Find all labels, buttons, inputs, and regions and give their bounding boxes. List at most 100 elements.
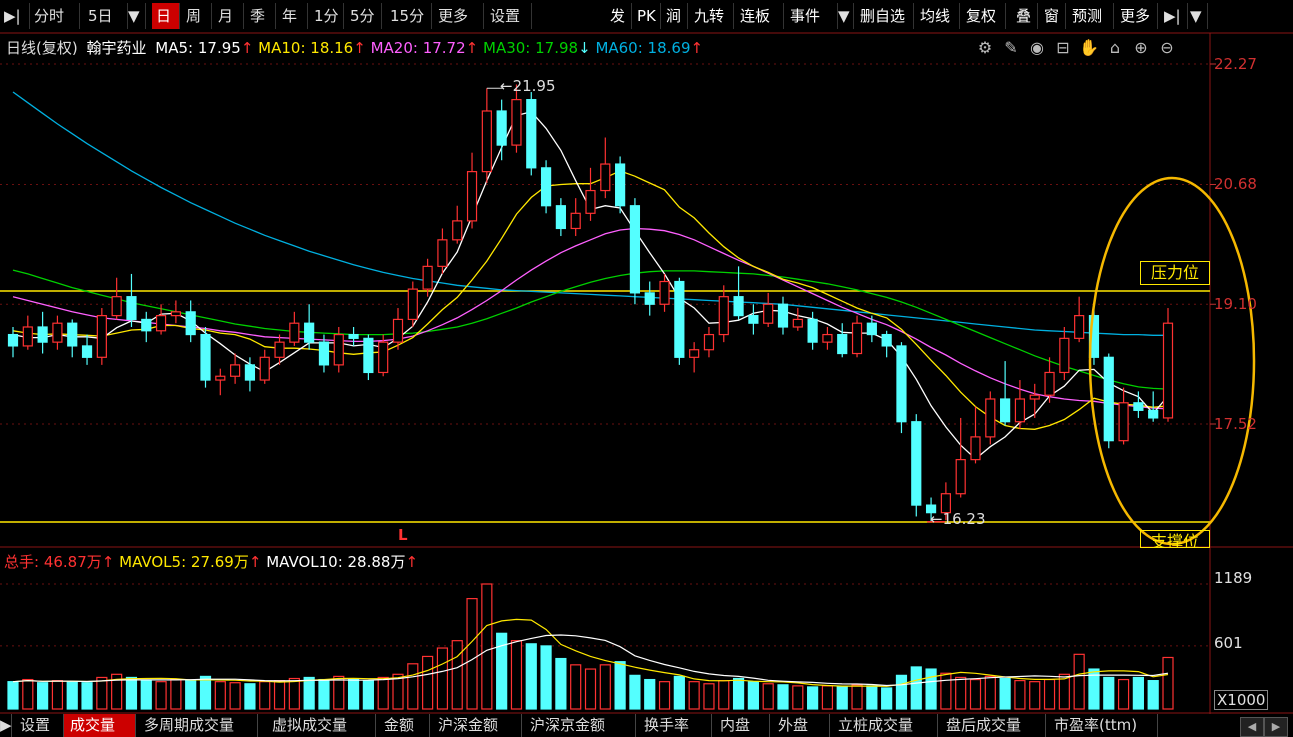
volume-bar bbox=[333, 675, 345, 710]
candle-body bbox=[496, 110, 507, 146]
candle-body bbox=[200, 333, 211, 381]
candle-body bbox=[141, 318, 152, 332]
volume-bar bbox=[673, 675, 685, 710]
volume-bar bbox=[1132, 676, 1144, 710]
volume-bar bbox=[347, 678, 360, 710]
price-axis-label: 17.52 bbox=[1214, 415, 1257, 433]
indicator-tab[interactable]: 换手率 bbox=[638, 714, 712, 737]
indicator-tabs: ▶ 设置 成交量 多周期成交量 虚拟成交量 金额 沪深金额 沪深京金额 换手率 内盘 外盘 立桩成交… bbox=[0, 714, 1293, 737]
candle-body bbox=[822, 333, 833, 343]
candle-body bbox=[851, 322, 863, 355]
candle-body bbox=[1000, 398, 1011, 423]
candle-body bbox=[304, 322, 315, 343]
candle-body bbox=[1118, 402, 1129, 442]
volume-bar bbox=[629, 674, 641, 710]
candle-body bbox=[22, 326, 33, 347]
candle-body bbox=[985, 398, 996, 438]
indicator-tab[interactable]: 虚拟成交量 bbox=[266, 714, 376, 737]
candle-body bbox=[407, 288, 418, 321]
kline-chart[interactable] bbox=[0, 0, 1293, 737]
volume-bar bbox=[570, 664, 582, 710]
candle-body bbox=[274, 341, 285, 358]
volume-bar bbox=[96, 676, 108, 710]
candle-body bbox=[318, 341, 330, 366]
volume-bar bbox=[584, 668, 597, 710]
marker-label: L bbox=[398, 526, 408, 544]
candle-body bbox=[437, 239, 448, 267]
volume-bar bbox=[969, 678, 982, 710]
volume-bar bbox=[466, 598, 478, 710]
pressure-level-label: 压力位 bbox=[1140, 261, 1210, 285]
indicator-tab[interactable]: 市盈率(ttm) bbox=[1048, 714, 1158, 737]
price-axis-label: 19.10 bbox=[1214, 295, 1257, 313]
volume-unit-label: X1000 bbox=[1214, 690, 1269, 710]
candle-body bbox=[689, 349, 700, 358]
candle-body bbox=[600, 163, 611, 192]
low-price-label: ←16.23 bbox=[930, 510, 986, 528]
volume-bar bbox=[436, 647, 449, 710]
volume-bar bbox=[66, 681, 78, 710]
candle-body bbox=[422, 265, 433, 290]
volume-bar bbox=[807, 686, 819, 710]
volume-bar bbox=[1043, 678, 1056, 710]
support-level-label: 支撑位 bbox=[1140, 530, 1210, 548]
volume-bar bbox=[185, 680, 197, 710]
candle-body bbox=[52, 322, 63, 343]
indicator-tab[interactable]: 外盘 bbox=[772, 714, 830, 737]
candle-body bbox=[230, 364, 241, 377]
volume-bar bbox=[688, 681, 700, 710]
indicator-tab[interactable]: 设置 bbox=[14, 714, 64, 737]
volume-bar bbox=[925, 668, 937, 710]
price-axis-label: 22.27 bbox=[1214, 55, 1257, 73]
volume-bar bbox=[540, 645, 552, 710]
candle-body bbox=[363, 337, 374, 374]
candle-body bbox=[896, 345, 907, 423]
candle-body bbox=[452, 220, 463, 241]
volume-bar bbox=[1029, 681, 1041, 710]
candle-body bbox=[585, 189, 596, 214]
volume-bar bbox=[1103, 676, 1115, 710]
volume-bar bbox=[37, 682, 49, 710]
indicator-tab[interactable]: 多周期成交量 bbox=[138, 714, 258, 737]
volume-bar bbox=[718, 680, 730, 710]
volume-bar bbox=[22, 678, 34, 710]
volume-bar bbox=[81, 682, 93, 710]
candle-body bbox=[659, 280, 670, 305]
scroll-left-icon[interactable]: ◀ bbox=[1240, 717, 1264, 737]
high-price-label: ←21.95 bbox=[500, 77, 556, 95]
candle-body bbox=[244, 364, 256, 381]
volume-bar bbox=[881, 687, 893, 710]
indicator-tab[interactable]: 沪深金额 bbox=[432, 714, 522, 737]
volume-bar bbox=[392, 673, 404, 710]
scroll-right-icon[interactable]: ▶ bbox=[1264, 717, 1288, 737]
volume-bar bbox=[259, 681, 271, 710]
volume-bar bbox=[362, 680, 374, 710]
candle-body bbox=[629, 205, 641, 294]
volume-bar bbox=[555, 657, 567, 710]
indicator-tab[interactable]: 成交量 bbox=[64, 714, 136, 737]
candle-body bbox=[881, 333, 892, 347]
volume-bar bbox=[762, 683, 774, 710]
candle-body bbox=[555, 205, 566, 230]
candle-body bbox=[215, 375, 226, 381]
bottom-expand-icon[interactable]: ▶ bbox=[0, 714, 12, 737]
candle-body bbox=[1103, 356, 1114, 442]
candle-body bbox=[644, 292, 655, 305]
candle-body bbox=[866, 322, 877, 336]
volume-bar bbox=[229, 682, 241, 710]
indicator-tab[interactable]: 内盘 bbox=[714, 714, 770, 737]
volume-axis-label: 601 bbox=[1214, 634, 1243, 652]
candle-body bbox=[392, 318, 404, 343]
indicator-tab[interactable]: 立桩成交量 bbox=[832, 714, 938, 737]
candle-body bbox=[1133, 402, 1144, 411]
volume-bar bbox=[821, 685, 834, 710]
indicator-tab[interactable]: 盘后成交量 bbox=[940, 714, 1046, 737]
candle-body bbox=[748, 315, 759, 324]
volume-bar bbox=[244, 683, 256, 710]
volume-bar bbox=[703, 683, 715, 710]
indicator-tab[interactable]: 沪深京金额 bbox=[524, 714, 636, 737]
volume-bar bbox=[407, 663, 419, 710]
indicator-tab[interactable]: 金额 bbox=[378, 714, 430, 737]
candle-body bbox=[540, 167, 552, 207]
volume-bar bbox=[644, 678, 656, 710]
